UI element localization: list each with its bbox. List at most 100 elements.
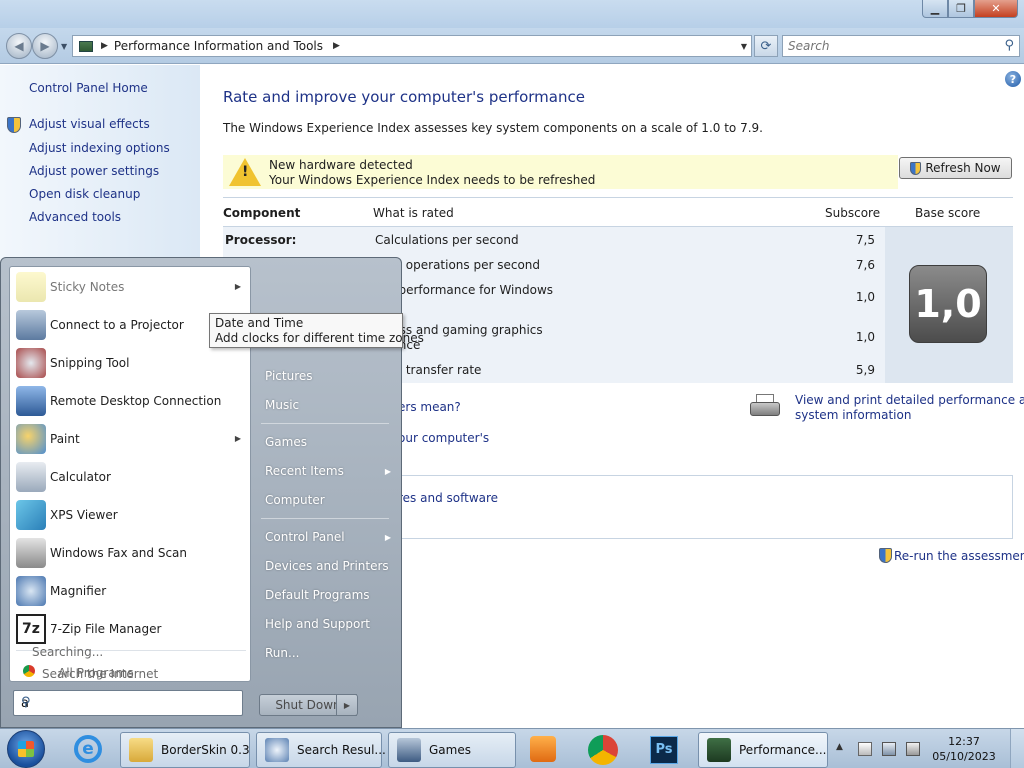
view-print-details-link-line2[interactable]: system information (795, 408, 911, 422)
taskbar-button-search-results[interactable]: Search Resul... (256, 732, 386, 768)
place-pictures[interactable]: Pictures (265, 369, 313, 383)
place-run[interactable]: Run... (265, 646, 299, 660)
chevron-right-icon: ▶ (343, 700, 351, 710)
minimize-button[interactable]: ▁ (922, 0, 948, 18)
program-label: Snipping Tool (50, 356, 130, 370)
refresh-now-button[interactable]: Refresh Now (899, 157, 1012, 179)
base-score-panel: 1,0 (885, 227, 1013, 383)
show-desktop-button[interactable] (1010, 729, 1024, 768)
place-computer[interactable]: Computer (265, 493, 325, 507)
program-7zip[interactable]: 7z 7-Zip File Manager (10, 611, 250, 649)
search-input[interactable] (783, 36, 983, 56)
program-fax-scan[interactable]: Windows Fax and Scan (10, 535, 250, 573)
media-player-taskbar-icon[interactable] (524, 732, 564, 766)
uac-shield-icon (7, 117, 21, 133)
all-programs-link[interactable]: All Programs (58, 666, 134, 680)
scores-meaning-link[interactable]: ers mean? (398, 400, 461, 414)
start-button[interactable] (7, 730, 45, 768)
start-search-box[interactable]: a ⚲ (13, 690, 243, 716)
program-remote-desktop[interactable]: Remote Desktop Connection (10, 383, 250, 421)
page-description: The Windows Experience Index assesses ke… (223, 121, 763, 135)
search-icon[interactable]: ⚲ (21, 695, 236, 710)
projector-icon (16, 310, 46, 340)
title-bar: ▁ ❐ ✕ (0, 0, 1024, 28)
uac-shield-icon (910, 161, 922, 175)
software-link[interactable]: res and software (398, 491, 498, 505)
search-icon[interactable]: ⚲ (1004, 38, 1014, 53)
volume-muted-icon[interactable] (906, 742, 920, 756)
header-what-is-rated: What is rated (373, 206, 454, 220)
rerun-assessment-link[interactable]: Re-run the assessment (894, 549, 1024, 563)
taskbar-button-games[interactable]: Games (388, 732, 516, 768)
taskbar-button-label: Games (429, 743, 471, 757)
performance-monitor-icon (707, 738, 731, 762)
breadcrumb-separator-icon[interactable]: ▶ (101, 41, 108, 51)
adjust-indexing-options-link[interactable]: Adjust indexing options (29, 141, 170, 155)
address-bar[interactable]: ▶ Performance Information and Tools ▶ ▼ (72, 35, 752, 57)
open-disk-cleanup-link[interactable]: Open disk cleanup (29, 187, 140, 201)
row-subscore: 1,0 (855, 330, 875, 344)
adjust-visual-effects-link[interactable]: Adjust visual effects (29, 117, 150, 131)
view-print-details-link[interactable]: View and print detailed performance and (795, 393, 1024, 407)
address-dropdown-icon[interactable]: ▼ (741, 42, 747, 51)
program-label: Windows Fax and Scan (50, 546, 188, 560)
breadcrumb-performance[interactable]: Performance Information and Tools (114, 39, 323, 53)
show-hidden-icons-icon[interactable]: ▲ (836, 742, 850, 756)
taskbar-button-label: Search Resul... (297, 743, 386, 757)
row-subscore: 7,5 (855, 233, 875, 247)
forward-button[interactable]: ▶ (32, 33, 58, 59)
program-label: Magnifier (50, 584, 107, 598)
7zip-icon: 7z (16, 614, 46, 644)
row-subscore: 7,6 (855, 258, 875, 272)
shut-down-options-button[interactable]: ▶ (336, 694, 358, 716)
internet-explorer-taskbar-icon[interactable]: e (68, 732, 108, 766)
chrome-icon (588, 735, 618, 765)
taskbar-button-performance[interactable]: Performance... (698, 732, 828, 768)
clock[interactable]: 12:37 05/10/2023 (932, 734, 996, 764)
calculator-icon (16, 462, 46, 492)
place-music[interactable]: Music (265, 398, 299, 412)
control-panel-home-link[interactable]: Control Panel Home (29, 81, 148, 95)
photoshop-taskbar-icon[interactable]: Ps (644, 732, 684, 766)
place-default-programs[interactable]: Default Programs (265, 588, 370, 602)
navigation-bar: ◀ ▶ ▼ ▶ Performance Information and Tool… (0, 28, 1024, 64)
clock-tooltip: Date and Time Add clocks for different t… (209, 313, 424, 348)
program-label: Remote Desktop Connection (50, 394, 222, 408)
maximize-button[interactable]: ❐ (948, 0, 974, 18)
base-score-badge: 1,0 (909, 265, 987, 343)
help-icon[interactable]: ? (1005, 71, 1021, 87)
program-sticky-notes[interactable]: Sticky Notes ▶ (10, 269, 250, 307)
program-paint[interactable]: Paint ▶ (10, 421, 250, 459)
places-divider (261, 518, 389, 519)
program-label: Sticky Notes (50, 280, 125, 294)
search-box[interactable]: ⚲ (782, 35, 1020, 57)
close-button[interactable]: ✕ (974, 0, 1018, 18)
internet-explorer-icon: e (74, 735, 102, 763)
place-help-support[interactable]: Help and Support (265, 617, 370, 631)
breadcrumb-arrow-icon[interactable]: ▶ (333, 41, 340, 51)
place-recent-items[interactable]: Recent Items (265, 464, 344, 478)
window-controls: ▁ ❐ ✕ (922, 0, 1018, 18)
improve-performance-tips-link[interactable]: our computer's (398, 431, 489, 445)
advanced-tools-link[interactable]: Advanced tools (29, 210, 121, 224)
refresh-button[interactable]: ⟳ (754, 35, 778, 57)
clock-date: 05/10/2023 (932, 750, 996, 763)
taskbar-button-borderskin[interactable]: BorderSkin 0.3 (120, 732, 250, 768)
place-devices-printers[interactable]: Devices and Printers (265, 559, 389, 573)
program-calculator[interactable]: Calculator (10, 459, 250, 497)
program-xps-viewer[interactable]: XPS Viewer (10, 497, 250, 535)
recent-pages-dropdown[interactable]: ▼ (61, 42, 67, 51)
action-center-icon[interactable] (858, 742, 872, 756)
program-snipping-tool[interactable]: Snipping Tool (10, 345, 250, 383)
program-label: Paint (50, 432, 80, 446)
games-chess-icon (397, 738, 421, 762)
adjust-power-settings-link[interactable]: Adjust power settings (29, 164, 159, 178)
program-magnifier[interactable]: Magnifier (10, 573, 250, 611)
network-icon[interactable] (882, 742, 896, 756)
chrome-taskbar-icon[interactable] (584, 732, 624, 766)
place-games[interactable]: Games (265, 435, 307, 449)
fax-icon (16, 538, 46, 568)
back-button[interactable]: ◀ (6, 33, 32, 59)
taskbar-button-label: Performance... (739, 743, 827, 757)
place-control-panel[interactable]: Control Panel (265, 530, 345, 544)
